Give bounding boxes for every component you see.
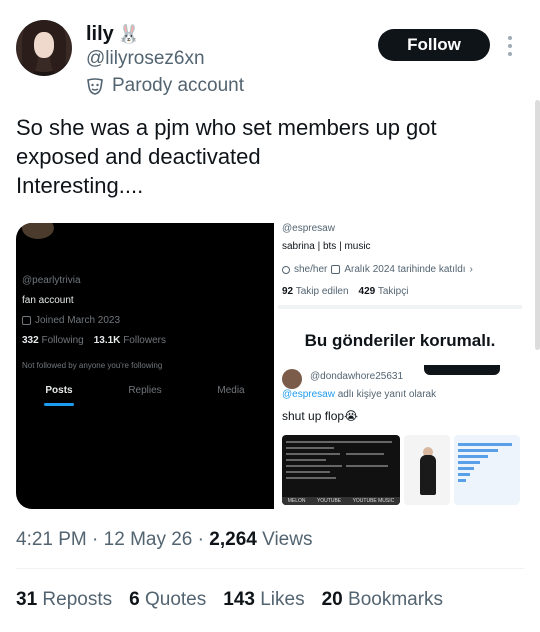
reply-to-handle: @espresaw: [282, 389, 335, 400]
separator: ·: [192, 529, 210, 550]
reply-image-person: [404, 435, 450, 505]
reply-post: @dondawhore25631 @espresaw adlı kişiye y…: [278, 365, 522, 509]
divider: [16, 568, 524, 569]
views-count: 2,264: [209, 529, 257, 550]
platform-label-bar: MELON YOUTUBE YOUTUBE MUSIC: [282, 497, 400, 505]
reply-text: shut up flop😭: [282, 409, 359, 423]
tweet-timestamp: 4:21 PM · 12 May 26 · 2,264 Views: [16, 529, 312, 551]
tab-posts: Posts: [16, 383, 102, 407]
reply-to-suffix: adlı kişiye yanıt olarak: [337, 389, 437, 400]
chart-bar: [458, 461, 480, 464]
reply-follow-pill: [424, 365, 500, 375]
pronoun-icon: [282, 265, 290, 274]
divider: [278, 305, 522, 309]
chart-bar: [458, 467, 474, 470]
profile-stats: 332 Following 13.1K Followers: [22, 335, 166, 346]
chart-bar: [458, 473, 470, 476]
tab-replies: Replies: [128, 385, 162, 396]
tweet-time[interactable]: 4:21 PM: [16, 529, 87, 551]
follow-button[interactable]: Follow: [378, 29, 490, 61]
person-suit: [420, 455, 436, 495]
views-label: Views: [262, 529, 313, 550]
text-line: [286, 459, 326, 461]
profile-bio: fan account: [22, 295, 74, 306]
following-stat: 332 Following: [22, 335, 84, 346]
quotes-stat[interactable]: 6 Quotes: [129, 589, 206, 611]
avatar-face: [34, 32, 54, 58]
display-name-row[interactable]: lily 🐰: [86, 22, 244, 46]
protected-notice: Bu gönderiler korumalı.: [304, 331, 496, 350]
rabbit-emoji-icon: 🐰: [117, 24, 141, 44]
more-options-icon[interactable]: [507, 36, 513, 56]
followers-stat: 13.1K Followers: [93, 335, 166, 346]
protected-profile-header: @espresaw sabrina | bts | music she/her …: [278, 223, 522, 307]
theater-mask-icon: [87, 78, 103, 95]
separator: ·: [86, 529, 104, 550]
profile-pronouns: she/her: [294, 264, 328, 275]
media-image-right[interactable]: @espresaw sabrina | bts | music she/her …: [278, 223, 522, 509]
display-name[interactable]: lily: [86, 22, 114, 46]
text-line: [286, 447, 334, 449]
chevron-right-icon: ›: [469, 264, 473, 275]
text-line: [286, 465, 342, 467]
profile-stats: 92 Takip edilen 429 Takipçi: [282, 286, 408, 297]
profile-handle: @espresaw: [282, 223, 335, 234]
reposts-stat[interactable]: 31 Reposts: [16, 589, 112, 611]
tweet-text: So she was a pjm who set members up got …: [16, 113, 516, 200]
parody-label: Parody account: [86, 74, 244, 98]
chart-bar: [458, 449, 498, 452]
author-names: lily 🐰 @lilyrosez6xn Parody account: [86, 22, 244, 98]
followers-stat: 429 Takipçi: [358, 286, 409, 297]
tweet-text-line: Interesting....: [16, 173, 144, 198]
calendar-icon: [22, 316, 31, 325]
reply-username: @dondawhore25631: [310, 371, 404, 382]
tweet-text-line: exposed and deactivated: [16, 144, 261, 169]
text-line: [286, 441, 346, 443]
media-image-left[interactable]: @pearlytrivia fan account Joined March 2…: [16, 223, 274, 509]
avatar[interactable]: [16, 20, 72, 76]
text-line: [346, 441, 392, 443]
following-stat: 92 Takip edilen: [282, 286, 349, 297]
profile-meta: she/her Aralık 2024 tarihinde katıldı ›: [282, 264, 473, 275]
engagement-stats: 31 Reposts 6 Quotes 143 Likes 20 Bookmar…: [16, 589, 460, 611]
reply-image-chart: [454, 435, 520, 505]
text-line: [346, 453, 384, 455]
tweet-date[interactable]: 12 May 26: [104, 529, 193, 551]
not-followed-text: Not followed by anyone you're following: [22, 361, 163, 370]
profile-bio: sabrina | bts | music: [282, 241, 371, 252]
tweet-text-line: So she was a pjm who set members up got: [16, 115, 437, 140]
profile-joined: Joined March 2023: [22, 315, 120, 326]
profile-joined-text: Joined March 2023: [35, 315, 121, 326]
profile-joined-text: Aralık 2024 tarihinde katıldı: [344, 264, 466, 275]
text-line: [286, 471, 330, 473]
profile-tabs: Posts Replies Media: [16, 383, 274, 407]
bookmarks-stat[interactable]: 20 Bookmarks: [322, 589, 443, 611]
profile-picture: [22, 223, 54, 239]
reply-avatar: [282, 369, 302, 389]
chart-bar: [458, 455, 488, 458]
tweet-media[interactable]: @pearlytrivia fan account Joined March 2…: [16, 223, 522, 509]
tweet-header: lily 🐰 @lilyrosez6xn Parody account Foll…: [16, 20, 524, 100]
calendar-icon: [331, 265, 341, 274]
chart-bar: [458, 479, 466, 482]
reply-to-line: @espresaw adlı kişiye yanıt olarak: [282, 389, 436, 400]
scrollbar[interactable]: [535, 100, 540, 350]
likes-stat[interactable]: 143 Likes: [223, 589, 304, 611]
tab-media: Media: [217, 385, 245, 396]
profile-username: @pearlytrivia: [22, 275, 81, 286]
text-line: [286, 477, 336, 479]
text-line: [346, 465, 388, 467]
chart-bar: [458, 443, 512, 446]
parody-label-text: Parody account: [112, 75, 245, 96]
reply-image-stats: MELON YOUTUBE YOUTUBE MUSIC: [282, 435, 400, 505]
author-handle[interactable]: @lilyrosez6xn: [86, 47, 244, 71]
text-line: [286, 453, 340, 455]
